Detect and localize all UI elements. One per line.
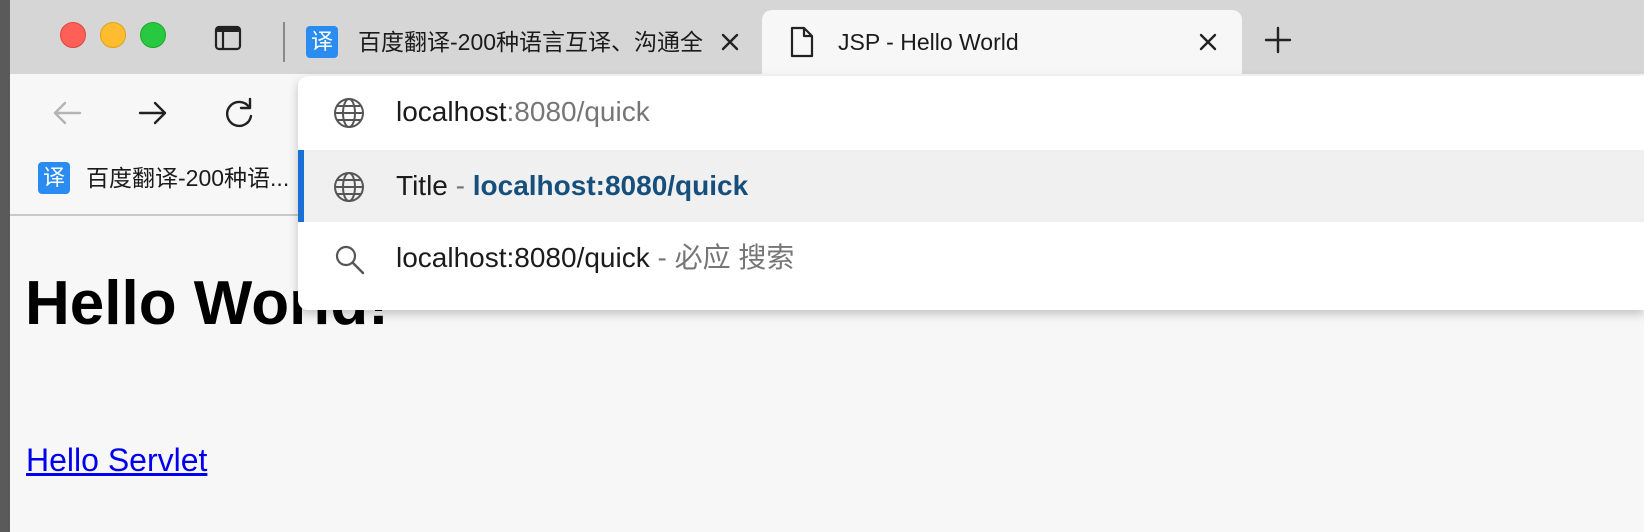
suggestion-item[interactable]: Title - localhost:8080/quick: [298, 150, 1644, 222]
search-suggestion-text: localhost:8080/quick - 必应 搜索: [396, 240, 794, 276]
search-suggestion-item[interactable]: localhost:8080/quick - 必应 搜索: [298, 222, 1644, 294]
suggestion-url: localhost:8080/quick: [472, 170, 749, 201]
tab-title: JSP - Hello World: [838, 29, 1019, 55]
hello-servlet-link[interactable]: Hello Servlet: [26, 441, 207, 479]
suggestion-title: Title: [396, 170, 448, 201]
address-typed-text: localhost: [396, 96, 507, 127]
document-icon: [790, 26, 814, 58]
address-input[interactable]: localhost:8080/quick: [396, 94, 1296, 130]
tab-jsp-hello-world[interactable]: JSP - Hello World: [762, 10, 1242, 74]
search-separator: -: [649, 242, 675, 273]
reload-icon[interactable]: [222, 96, 256, 130]
new-tab-plus-icon[interactable]: [1262, 24, 1294, 56]
tab-baidu-translate[interactable]: 译 百度翻译-200种语言互译、沟通全世界！: [298, 10, 753, 74]
address-autocomplete-text: :8080/quick: [506, 96, 650, 127]
suggestion-separator: -: [447, 170, 473, 201]
baidu-translate-favicon-icon: 译: [38, 162, 70, 194]
search-engine-label: 必应 搜索: [674, 242, 795, 273]
close-icon[interactable]: [1194, 28, 1222, 56]
globe-icon: [334, 172, 364, 202]
tab-separator: [283, 22, 285, 62]
search-icon: [335, 245, 365, 275]
tab-bar: 译 百度翻译-200种语言互译、沟通全世界！ JSP - Hello World: [10, 0, 1644, 74]
search-query: localhost:8080/quick: [396, 242, 650, 273]
window-close-button[interactable]: [60, 22, 86, 48]
suggestion-text: Title - localhost:8080/quick: [396, 168, 748, 204]
address-bar-dropdown: localhost:8080/quick Title - localhost:8…: [298, 76, 1644, 310]
window-maximize-button[interactable]: [140, 22, 166, 48]
close-icon[interactable]: [716, 28, 744, 56]
tab-actions-icon[interactable]: [214, 24, 242, 52]
window-edge: [0, 0, 10, 532]
tab-title: 百度翻译-200种语言互译、沟通全世界！: [358, 29, 703, 55]
address-bar[interactable]: localhost:8080/quick: [298, 76, 1644, 148]
baidu-translate-favicon-icon: 译: [306, 26, 338, 58]
bookmark-baidu-translate[interactable]: 百度翻译-200种语...: [86, 162, 311, 194]
back-arrow-icon[interactable]: [50, 96, 84, 130]
window-minimize-button[interactable]: [100, 22, 126, 48]
globe-icon: [334, 98, 364, 128]
forward-arrow-icon[interactable]: [136, 96, 170, 130]
